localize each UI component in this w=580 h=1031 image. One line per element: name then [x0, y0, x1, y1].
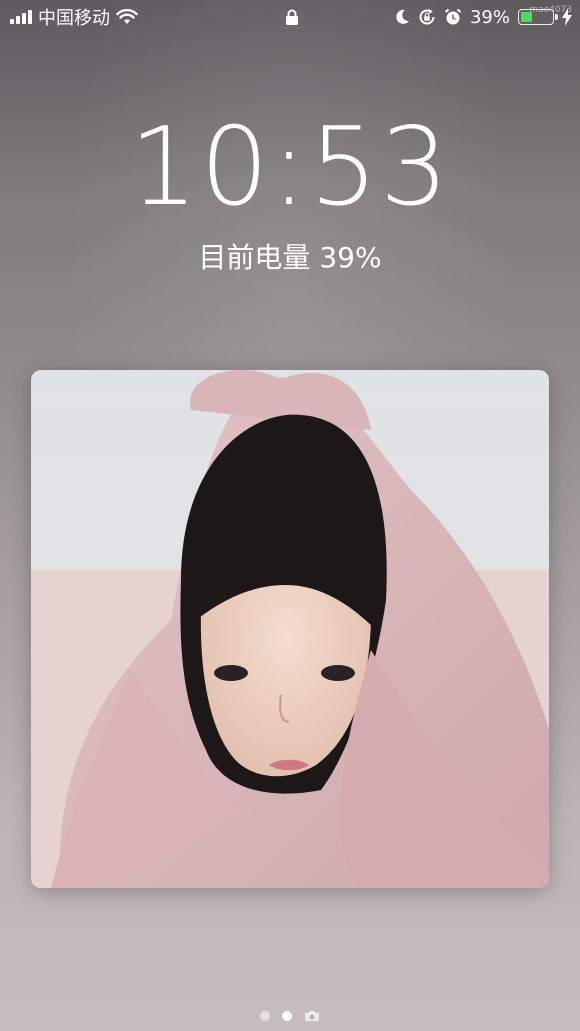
- wifi-icon: [116, 9, 138, 24]
- watermark-text: mao4073: [529, 5, 572, 15]
- page-indicator[interactable]: [0, 1010, 580, 1022]
- charging-status: 目前电量 39%: [198, 241, 382, 274]
- child-photo: [31, 370, 549, 888]
- camera-icon[interactable]: [304, 1010, 320, 1022]
- moon-icon: [396, 9, 409, 24]
- battery-percent: 39%: [469, 6, 510, 28]
- status-left: 中国移动: [10, 6, 138, 29]
- alarm-icon: [444, 8, 462, 25]
- photo-card[interactable]: [31, 370, 549, 888]
- signal-icon: [10, 10, 32, 24]
- rotation-lock-icon: [419, 9, 435, 25]
- status-bar: 中国移动 39% mao4073: [0, 0, 580, 34]
- lock-icon: [286, 9, 298, 25]
- page-dot-1[interactable]: [260, 1011, 270, 1021]
- carrier-name: 中国移动: [38, 8, 110, 29]
- lock-clock: 10:53: [129, 105, 451, 230]
- page-dot-2-active[interactable]: [282, 1011, 292, 1021]
